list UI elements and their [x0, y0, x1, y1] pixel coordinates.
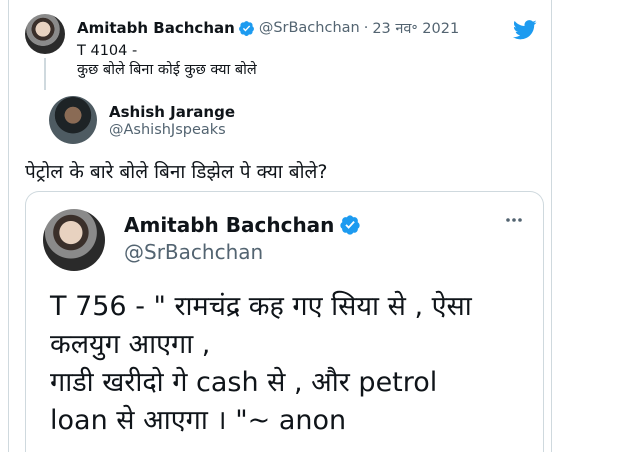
tweet-card: Amitabh Bachchan @SrBachchan · 23 नव॰ 20… — [8, 0, 552, 452]
parent-tweet-line: कुछ बोले बिना कोई कुछ क्या बोले — [77, 62, 257, 78]
media-author-name: Amitabh Bachchan — [124, 213, 335, 237]
reply-tweet-text: पेट्रोल के बारे बोले बिना डिझेल पे क्या … — [25, 161, 328, 183]
media-tweet-line: loan से आएगा । "~ anon — [50, 405, 347, 436]
media-author-handle: @SrBachchan — [124, 240, 264, 264]
verified-badge-icon — [238, 20, 254, 36]
verified-badge-icon — [340, 215, 361, 235]
media-avatar — [43, 209, 105, 271]
media-tweet-line: गाडी खरीदो गे cash से , और petrol — [50, 367, 438, 398]
media-tweet-line: कलयुग आएगा , — [50, 329, 211, 360]
reply-author-name[interactable]: Ashish Jarange — [109, 103, 235, 121]
parent-avatar[interactable] — [25, 14, 65, 54]
parent-tweet-text: T 4104 - कुछ बोले बिना कोई कुछ क्या बोले — [77, 42, 257, 80]
media-tweet-text: T 756 - " रामचंद्र कह गए सिया से , ऐसा क… — [50, 288, 472, 440]
media-author-row: Amitabh Bachchan — [124, 213, 361, 237]
reply-avatar[interactable] — [49, 96, 97, 144]
more-options-icon — [506, 218, 522, 222]
parent-author-name[interactable]: Amitabh Bachchan — [77, 19, 235, 37]
parent-tweet-date[interactable]: 23 नव॰ 2021 — [372, 18, 459, 38]
parent-author-handle[interactable]: @SrBachchan — [259, 20, 360, 36]
twitter-bird-icon[interactable] — [513, 20, 537, 40]
parent-tweet-line: T 4104 - — [77, 43, 138, 59]
thread-connector-line — [44, 58, 46, 90]
tweet-media-image[interactable]: Amitabh Bachchan @SrBachchan T 756 - " र… — [25, 191, 544, 452]
media-tweet-line: T 756 - " रामचंद्र कह गए सिया से , ऐसा — [50, 291, 472, 322]
reply-author: Ashish Jarange @AshishJspeaks — [49, 96, 529, 146]
parent-tweet-header: Amitabh Bachchan @SrBachchan · 23 नव॰ 20… — [77, 18, 459, 38]
parent-tweet[interactable]: Amitabh Bachchan @SrBachchan · 23 नव॰ 20… — [25, 14, 540, 90]
reply-author-handle[interactable]: @AshishJspeaks — [109, 122, 226, 138]
separator-dot: · — [363, 20, 369, 36]
